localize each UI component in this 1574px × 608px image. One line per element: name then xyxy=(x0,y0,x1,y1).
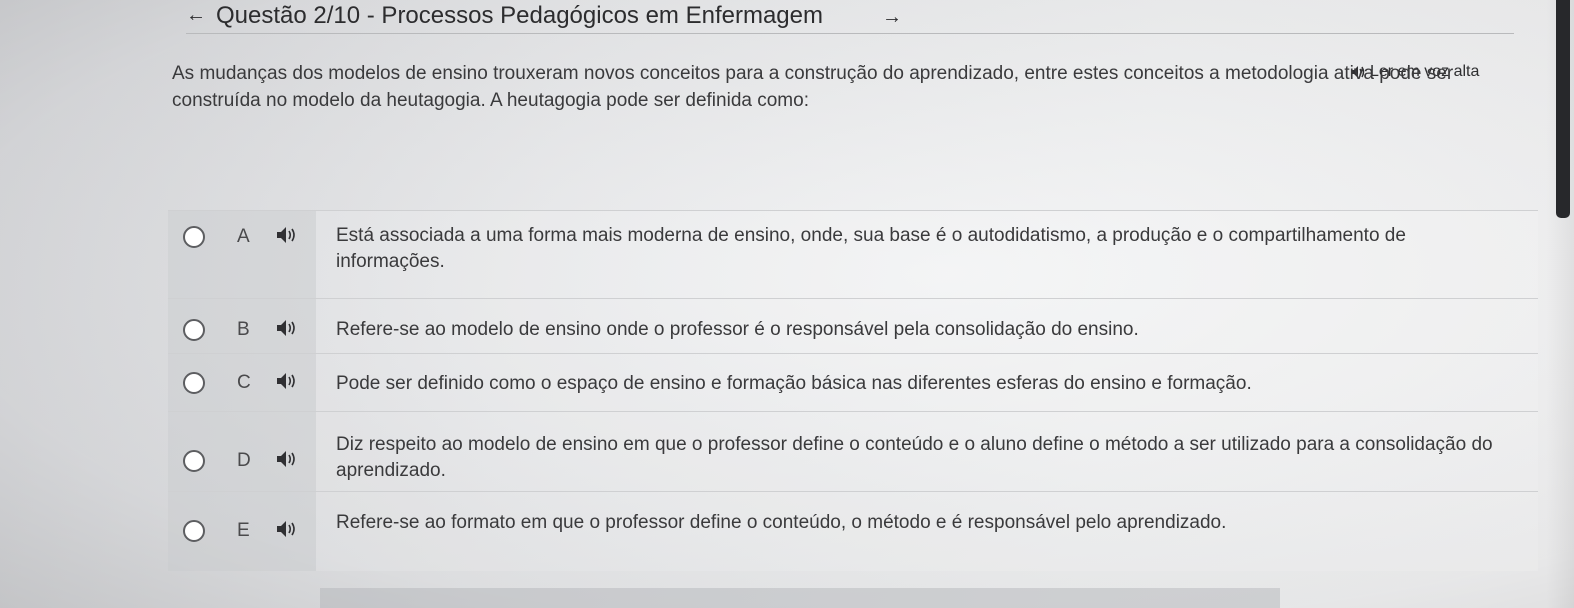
option-text: Diz respeito ao modelo de ensino em que … xyxy=(336,434,1493,481)
option-d[interactable]: D Diz respeito ao modelo de ensino em qu… xyxy=(168,411,1538,491)
option-controls: D xyxy=(168,412,316,491)
radio-button[interactable] xyxy=(183,450,205,472)
option-e[interactable]: E Refere-se ao formato em que o professo… xyxy=(168,491,1538,571)
question-text: As mudanças dos modelos de ensino trouxe… xyxy=(172,63,1454,111)
page-title: Questão 2/10 - Processos Pedagógicos em … xyxy=(216,2,823,29)
arrow-right-icon[interactable]: → xyxy=(882,6,904,28)
radio-button[interactable] xyxy=(183,372,205,394)
option-controls: C xyxy=(168,354,316,411)
radio-button[interactable] xyxy=(183,319,205,341)
option-text: Pode ser definido como o espaço de ensin… xyxy=(336,373,1252,394)
option-letter: B xyxy=(237,319,250,340)
answer-options: A Está associada a uma forma mais modern… xyxy=(168,210,1538,571)
speaker-icon[interactable] xyxy=(276,450,298,468)
question-header: ← Questão 2/10 - Processos Pedagógicos e… xyxy=(186,0,1514,34)
radio-button[interactable] xyxy=(183,226,205,248)
speaker-icon[interactable] xyxy=(276,319,298,337)
radio-button[interactable] xyxy=(183,520,205,542)
arrow-left-icon[interactable]: ← xyxy=(186,4,208,26)
option-text: Refere-se ao formato em que o professor … xyxy=(336,512,1227,533)
option-letter: E xyxy=(237,520,250,541)
bottom-bar xyxy=(320,588,1280,608)
option-text: Está associada a uma forma mais moderna … xyxy=(336,225,1406,272)
scrollbar-thumb[interactable] xyxy=(1556,0,1570,218)
option-a[interactable]: A Está associada a uma forma mais modern… xyxy=(168,210,1538,298)
speaker-icon[interactable] xyxy=(276,226,298,244)
option-letter: C xyxy=(237,372,251,393)
speaker-icon[interactable] xyxy=(276,520,298,538)
option-letter: D xyxy=(237,450,251,471)
speaker-icon[interactable] xyxy=(276,372,298,390)
option-letter: A xyxy=(237,226,250,247)
option-text: Refere-se ao modelo de ensino onde o pro… xyxy=(336,319,1139,340)
option-controls: E xyxy=(168,492,316,571)
option-controls: A xyxy=(168,211,316,298)
option-b[interactable]: B Refere-se ao modelo de ensino onde o p… xyxy=(168,298,1538,353)
option-controls: B xyxy=(168,299,316,353)
option-c[interactable]: C Pode ser definido como o espaço de ens… xyxy=(168,353,1538,411)
